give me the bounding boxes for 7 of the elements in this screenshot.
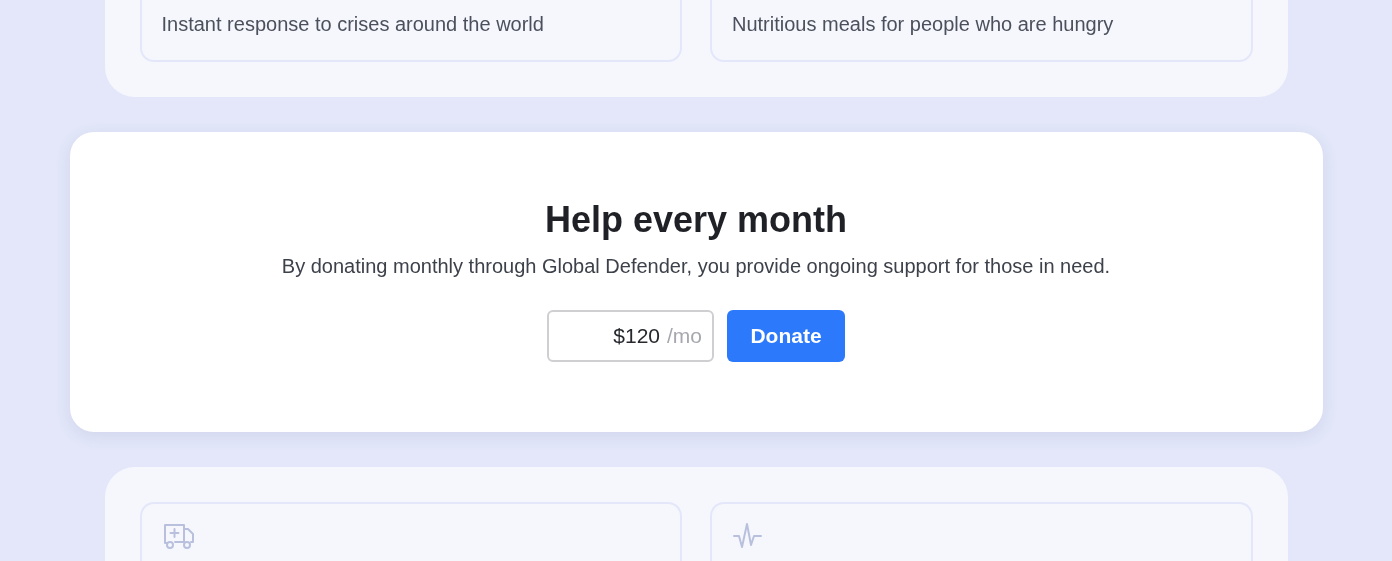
unit-label: /mo — [667, 323, 702, 349]
card-description: Instant response to crises around the world — [161, 12, 545, 37]
donation-text: By donating monthly through Global Defender, you provide ongoing support for those in need. — [281, 254, 1111, 279]
donation-title: Help every month — [544, 198, 848, 242]
ambulance-icon — [161, 522, 196, 552]
card-description: Nutritious meals for people who are hungry — [732, 12, 1115, 37]
donate-button[interactable]: Donate — [727, 310, 845, 362]
